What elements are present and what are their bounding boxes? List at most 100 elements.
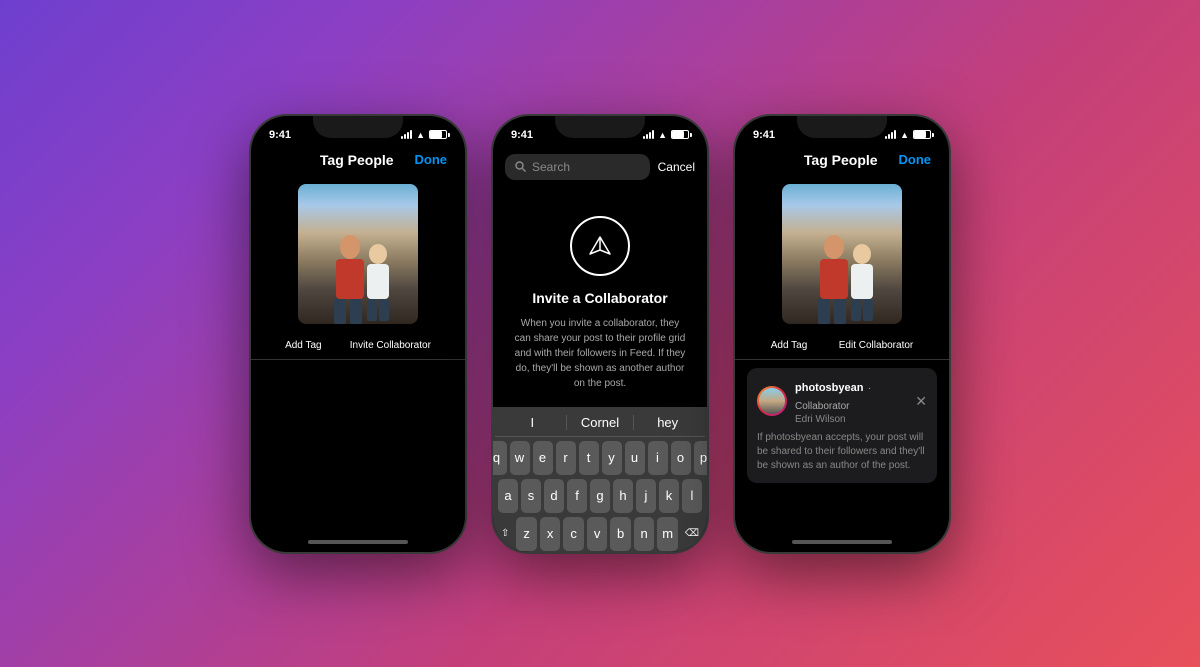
action-buttons-3: Add Tag Edit Collaborator bbox=[735, 332, 949, 359]
status-time-1: 9:41 bbox=[269, 129, 291, 141]
status-bar-1: 9:41 ▲ bbox=[251, 116, 465, 148]
key-q[interactable]: q bbox=[493, 441, 507, 475]
collab-card-header: photosbyean · Collaborator Edri Wilson ✕ bbox=[757, 378, 927, 425]
key-n[interactable]: n bbox=[634, 517, 655, 551]
battery-icon-3 bbox=[913, 130, 931, 139]
home-bar-3 bbox=[792, 540, 892, 544]
phone-1-screen: 9:41 ▲ Tag People bbox=[251, 116, 465, 552]
battery-icon-1 bbox=[429, 130, 447, 139]
collab-name: Edri Wilson bbox=[795, 414, 907, 425]
nav-bar-3: Tag People Done bbox=[735, 148, 949, 176]
key-f[interactable]: f bbox=[567, 479, 587, 513]
signal-icon-2 bbox=[643, 131, 654, 139]
phone-3-screen: 9:41 ▲ Tag People bbox=[735, 116, 949, 552]
key-o[interactable]: o bbox=[671, 441, 691, 475]
search-input-wrap[interactable]: Search bbox=[505, 154, 650, 180]
key-k[interactable]: k bbox=[659, 479, 679, 513]
phone-3: 9:41 ▲ Tag People bbox=[733, 114, 951, 554]
photo-figures-1 bbox=[298, 219, 418, 324]
photo-people-svg bbox=[298, 219, 418, 324]
collab-username-row: photosbyean · Collaborator bbox=[795, 378, 907, 414]
nav-done-1[interactable]: Done bbox=[415, 152, 448, 167]
key-x[interactable]: x bbox=[540, 517, 561, 551]
key-row-2: a s d f g h j k l bbox=[495, 479, 705, 513]
predict-word-3[interactable]: hey bbox=[634, 415, 701, 430]
key-d[interactable]: d bbox=[544, 479, 564, 513]
photo-container-1 bbox=[251, 176, 465, 332]
key-r[interactable]: r bbox=[556, 441, 576, 475]
search-bar: Search Cancel bbox=[493, 148, 707, 186]
key-i[interactable]: i bbox=[648, 441, 668, 475]
invite-collab-title: Invite a Collaborator bbox=[532, 290, 667, 306]
status-bar-3: 9:41 ▲ bbox=[735, 116, 949, 148]
search-placeholder: Search bbox=[532, 160, 570, 174]
home-bar-1 bbox=[308, 540, 408, 544]
status-time-2: 9:41 bbox=[511, 129, 533, 141]
key-z[interactable]: z bbox=[516, 517, 537, 551]
key-row-3: ⇧ z x c v b n m ⌫ bbox=[495, 517, 705, 551]
key-t[interactable]: t bbox=[579, 441, 599, 475]
photo-people-svg-3 bbox=[782, 219, 902, 324]
keyboard: I Cornel hey q w e r t y u i o p bbox=[493, 407, 707, 552]
key-shift[interactable]: ⇧ bbox=[497, 517, 513, 551]
phone-2: 9:41 ▲ bbox=[491, 114, 709, 554]
key-s[interactable]: s bbox=[521, 479, 541, 513]
phones-container: 9:41 ▲ Tag People bbox=[249, 114, 951, 554]
send-icon bbox=[586, 232, 614, 260]
phone-1: 9:41 ▲ Tag People bbox=[249, 114, 467, 554]
edit-collaborator-button-3[interactable]: Edit Collaborator bbox=[839, 340, 913, 351]
key-m[interactable]: m bbox=[657, 517, 678, 551]
collab-avatar-inner bbox=[759, 388, 785, 414]
photo-thumbnail-1 bbox=[298, 184, 418, 324]
key-y[interactable]: y bbox=[602, 441, 622, 475]
key-e[interactable]: e bbox=[533, 441, 553, 475]
wifi-icon-2: ▲ bbox=[658, 130, 667, 140]
content-area-1 bbox=[251, 360, 465, 532]
predictive-row: I Cornel hey bbox=[495, 411, 705, 437]
nav-bar-1: Tag People Done bbox=[251, 148, 465, 176]
status-icons-3: ▲ bbox=[885, 130, 931, 140]
key-a[interactable]: a bbox=[498, 479, 518, 513]
close-button[interactable]: ✕ bbox=[915, 393, 927, 410]
predict-word-1[interactable]: I bbox=[499, 415, 566, 430]
add-tag-button-3[interactable]: Add Tag bbox=[771, 340, 808, 351]
nav-title-1: Tag People bbox=[320, 152, 394, 168]
signal-icon-3 bbox=[885, 131, 896, 139]
collab-description: If photosbyean accepts, your post will b… bbox=[757, 431, 927, 473]
wifi-icon-3: ▲ bbox=[900, 130, 909, 140]
key-delete[interactable]: ⌫ bbox=[681, 517, 703, 551]
key-w[interactable]: w bbox=[510, 441, 530, 475]
key-c[interactable]: c bbox=[563, 517, 584, 551]
key-v[interactable]: v bbox=[587, 517, 608, 551]
action-buttons-1: Add Tag Invite Collaborator bbox=[251, 332, 465, 359]
battery-icon-2 bbox=[671, 130, 689, 139]
invite-collab-description: When you invite a collaborator, they can… bbox=[513, 316, 687, 391]
nav-done-3[interactable]: Done bbox=[899, 152, 932, 167]
status-bar-2: 9:41 ▲ bbox=[493, 116, 707, 148]
status-time-3: 9:41 bbox=[753, 129, 775, 141]
collab-info: photosbyean · Collaborator Edri Wilson bbox=[795, 378, 907, 425]
photo-container-3 bbox=[735, 176, 949, 332]
add-tag-button-1[interactable]: Add Tag bbox=[285, 340, 322, 351]
key-l[interactable]: l bbox=[682, 479, 702, 513]
wifi-icon-1: ▲ bbox=[416, 130, 425, 140]
collab-avatar bbox=[757, 386, 787, 416]
photo-thumbnail-3 bbox=[782, 184, 902, 324]
signal-icon-1 bbox=[401, 131, 412, 139]
cancel-button[interactable]: Cancel bbox=[658, 160, 695, 174]
key-p[interactable]: p bbox=[694, 441, 708, 475]
key-b[interactable]: b bbox=[610, 517, 631, 551]
divider-3 bbox=[735, 359, 949, 360]
home-indicator-3 bbox=[735, 532, 949, 552]
status-icons-2: ▲ bbox=[643, 130, 689, 140]
nav-title-3: Tag People bbox=[804, 152, 878, 168]
predict-word-2[interactable]: Cornel bbox=[567, 415, 634, 430]
key-u[interactable]: u bbox=[625, 441, 645, 475]
key-h[interactable]: h bbox=[613, 479, 633, 513]
search-icon bbox=[515, 161, 526, 172]
invite-collaborator-button-1[interactable]: Invite Collaborator bbox=[350, 340, 431, 351]
key-j[interactable]: j bbox=[636, 479, 656, 513]
key-row-1: q w e r t y u i o p bbox=[495, 441, 705, 475]
key-g[interactable]: g bbox=[590, 479, 610, 513]
invite-collab-area: Invite a Collaborator When you invite a … bbox=[493, 186, 707, 407]
